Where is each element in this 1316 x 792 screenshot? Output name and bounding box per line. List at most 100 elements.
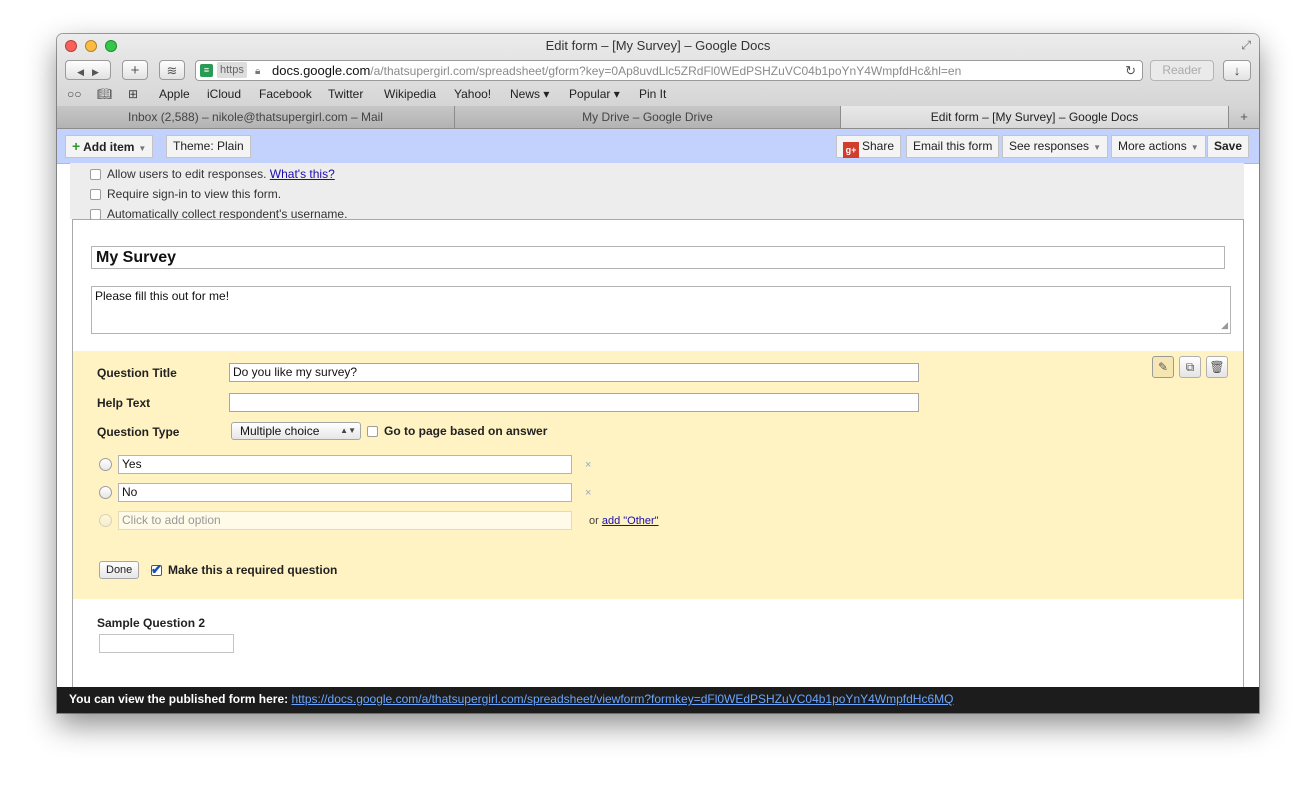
form-editor: My Survey Please fill this out for me! ◢ … (72, 219, 1244, 713)
back-icon[interactable]: ◀ (77, 67, 84, 77)
remove-option-icon[interactable]: × (585, 487, 591, 499)
reading-list-icon[interactable]: ○○ (67, 86, 82, 102)
top-sites-icon[interactable]: ⊞ (128, 86, 138, 102)
duplicate-icon[interactable]: ⧉ (1179, 356, 1201, 378)
sheets-favicon-icon: ≡ (200, 64, 213, 77)
published-form-link[interactable]: https://docs.google.com/a/thatsupergirl.… (292, 692, 954, 706)
see-responses-button[interactable]: See responses ▼ (1002, 135, 1108, 158)
form-settings: Allow users to edit responses. What's th… (70, 163, 1244, 221)
question-title-input[interactable]: Do you like my survey? (229, 363, 919, 382)
remove-option-icon[interactable]: × (585, 459, 591, 471)
sample-question-input[interactable] (99, 634, 234, 653)
option-input-yes[interactable]: Yes (118, 455, 572, 474)
bookmark-popular[interactable]: Popular ▾ (569, 86, 620, 102)
allow-edit-row: Allow users to edit responses. What's th… (90, 166, 335, 182)
browser-window: Edit form – [My Survey] – Google Docs ⤢ … (57, 34, 1259, 713)
reader-button[interactable]: Reader (1150, 60, 1214, 81)
new-tab-plus-icon[interactable]: + (1229, 106, 1259, 128)
window-title: Edit form – [My Survey] – Google Docs (545, 38, 771, 53)
back-forward-buttons: ◀ ▶ (65, 60, 111, 80)
tab-mail[interactable]: Inbox (2,588) – nikole@thatsupergirl.com… (57, 106, 455, 128)
question-type-value: Multiple choice (240, 424, 320, 438)
goto-page-checkbox[interactable] (367, 426, 378, 437)
bookmark-icloud[interactable]: iCloud (207, 86, 241, 102)
sidebar-button[interactable]: ≋ (159, 60, 185, 80)
add-option-input[interactable]: Click to add option (118, 511, 572, 530)
help-text-label: Help Text (97, 396, 151, 410)
published-form-bar: You can view the published form here: ht… (57, 687, 1259, 713)
google-plus-icon: g+ (843, 142, 859, 158)
page-content: + Add item ▼ Theme: Plain g+ Share Email t… (57, 129, 1259, 713)
tab-edit-form[interactable]: Edit form – [My Survey] – Google Docs (841, 106, 1229, 128)
save-button[interactable]: Save (1207, 135, 1250, 158)
forward-icon[interactable]: ▶ (92, 67, 99, 77)
bookmark-yahoo[interactable]: Yahoo! (454, 86, 491, 102)
titlebar: Edit form – [My Survey] – Google Docs ⤢ … (57, 34, 1259, 107)
goto-page-label: Go to page based on answer (384, 424, 548, 438)
chevron-down-icon: ▼ (1093, 143, 1101, 152)
required-checkbox[interactable]: ✔ (151, 562, 162, 577)
option-input-no[interactable]: No (118, 483, 572, 502)
goto-page-row: Go to page based on answer (367, 424, 547, 438)
share-button[interactable]: g+ Share (836, 135, 902, 158)
help-text-input[interactable] (229, 393, 919, 412)
form-title-input[interactable]: My Survey (91, 246, 1225, 269)
layers-icon: ≋ (166, 63, 178, 78)
form-description-input[interactable]: Please fill this out for me! ◢ (91, 286, 1231, 334)
resize-grip-icon[interactable]: ◢ (1221, 320, 1228, 331)
question-type-select[interactable]: Multiple choice ▲▼ (231, 422, 361, 440)
allow-edit-checkbox[interactable] (90, 169, 101, 180)
theme-button[interactable]: Theme: Plain (166, 135, 251, 158)
bookmark-facebook[interactable]: Facebook (259, 86, 312, 102)
option-radio (99, 514, 112, 527)
bookmark-news[interactable]: News ▾ (510, 86, 549, 102)
select-arrows-icon: ▲▼ (340, 426, 356, 435)
address-bar[interactable]: ≡ https 🔒︎ docs.google.com/a/thatsupergi… (195, 60, 1143, 81)
url-path: /a/thatsupergirl.com/spreadsheet/gform?k… (370, 64, 962, 78)
option-radio (99, 486, 112, 499)
plus-icon: + (130, 62, 140, 79)
add-other-row: or add "Other" (589, 515, 659, 527)
more-actions-label: More actions (1118, 139, 1187, 153)
bookmarks-icon[interactable]: 📖︎ (97, 86, 112, 102)
bookmark-wikipedia[interactable]: Wikipedia (384, 86, 436, 102)
require-signin-row: Require sign-in to view this form. (90, 186, 281, 202)
form-description-text: Please fill this out for me! (95, 289, 230, 303)
require-signin-checkbox[interactable] (90, 189, 101, 200)
download-icon: ↓ (1233, 63, 1241, 78)
done-button[interactable]: Done (99, 561, 140, 579)
question-title-label: Question Title (97, 366, 177, 380)
bookmark-apple[interactable]: Apple (159, 86, 190, 102)
downloads-button[interactable]: ↓ (1223, 60, 1251, 81)
question-editor: ✎ ⧉ 🗑︎ Question Title Do you like my sur… (73, 351, 1243, 599)
edit-pencil-icon[interactable]: ✎ (1152, 356, 1174, 378)
add-other-link[interactable]: add "Other" (602, 515, 659, 527)
tab-drive[interactable]: My Drive – Google Drive (455, 106, 841, 128)
whats-this-link[interactable]: What's this? (270, 167, 335, 181)
more-actions-button[interactable]: More actions ▼ (1111, 135, 1206, 158)
chevron-down-icon: ▼ (1190, 143, 1199, 152)
option-radio (99, 458, 112, 471)
required-row: ✔ Make this a required question (151, 562, 337, 578)
lock-icon: 🔒︎ (255, 66, 261, 77)
checkmark-icon: ✔ (151, 562, 162, 577)
fullscreen-icon[interactable]: ⤢ (1241, 38, 1251, 53)
form-toolbar: + Add item ▼ Theme: Plain g+ Share Email t… (57, 129, 1259, 164)
bookmark-twitter[interactable]: Twitter (328, 86, 363, 102)
chevron-down-icon: ▼ (138, 144, 147, 153)
share-label: Share (862, 139, 895, 153)
bookmark-pin-it[interactable]: Pin It (639, 86, 666, 102)
add-item-button[interactable]: + Add item ▼ (65, 135, 154, 158)
question-type-label: Question Type (97, 425, 180, 439)
required-label: Make this a required question (168, 563, 338, 577)
new-tab-button[interactable]: + (122, 60, 148, 80)
reload-icon[interactable]: ↻ (1125, 61, 1136, 80)
https-label: https (217, 62, 247, 78)
plus-icon: + (72, 138, 81, 154)
url-text: docs.google.com/a/thatsupergirl.com/spre… (272, 61, 962, 80)
bookmarks-bar: ○○ 📖︎ ⊞ Apple iCloud Facebook Twitter Wi… (57, 86, 1259, 104)
email-form-button[interactable]: Email this form (906, 135, 1000, 158)
delete-trash-icon[interactable]: 🗑︎ (1206, 356, 1228, 378)
add-item-label: Add item (83, 140, 135, 154)
tab-bar: Inbox (2,588) – nikole@thatsupergirl.com… (57, 106, 1259, 129)
